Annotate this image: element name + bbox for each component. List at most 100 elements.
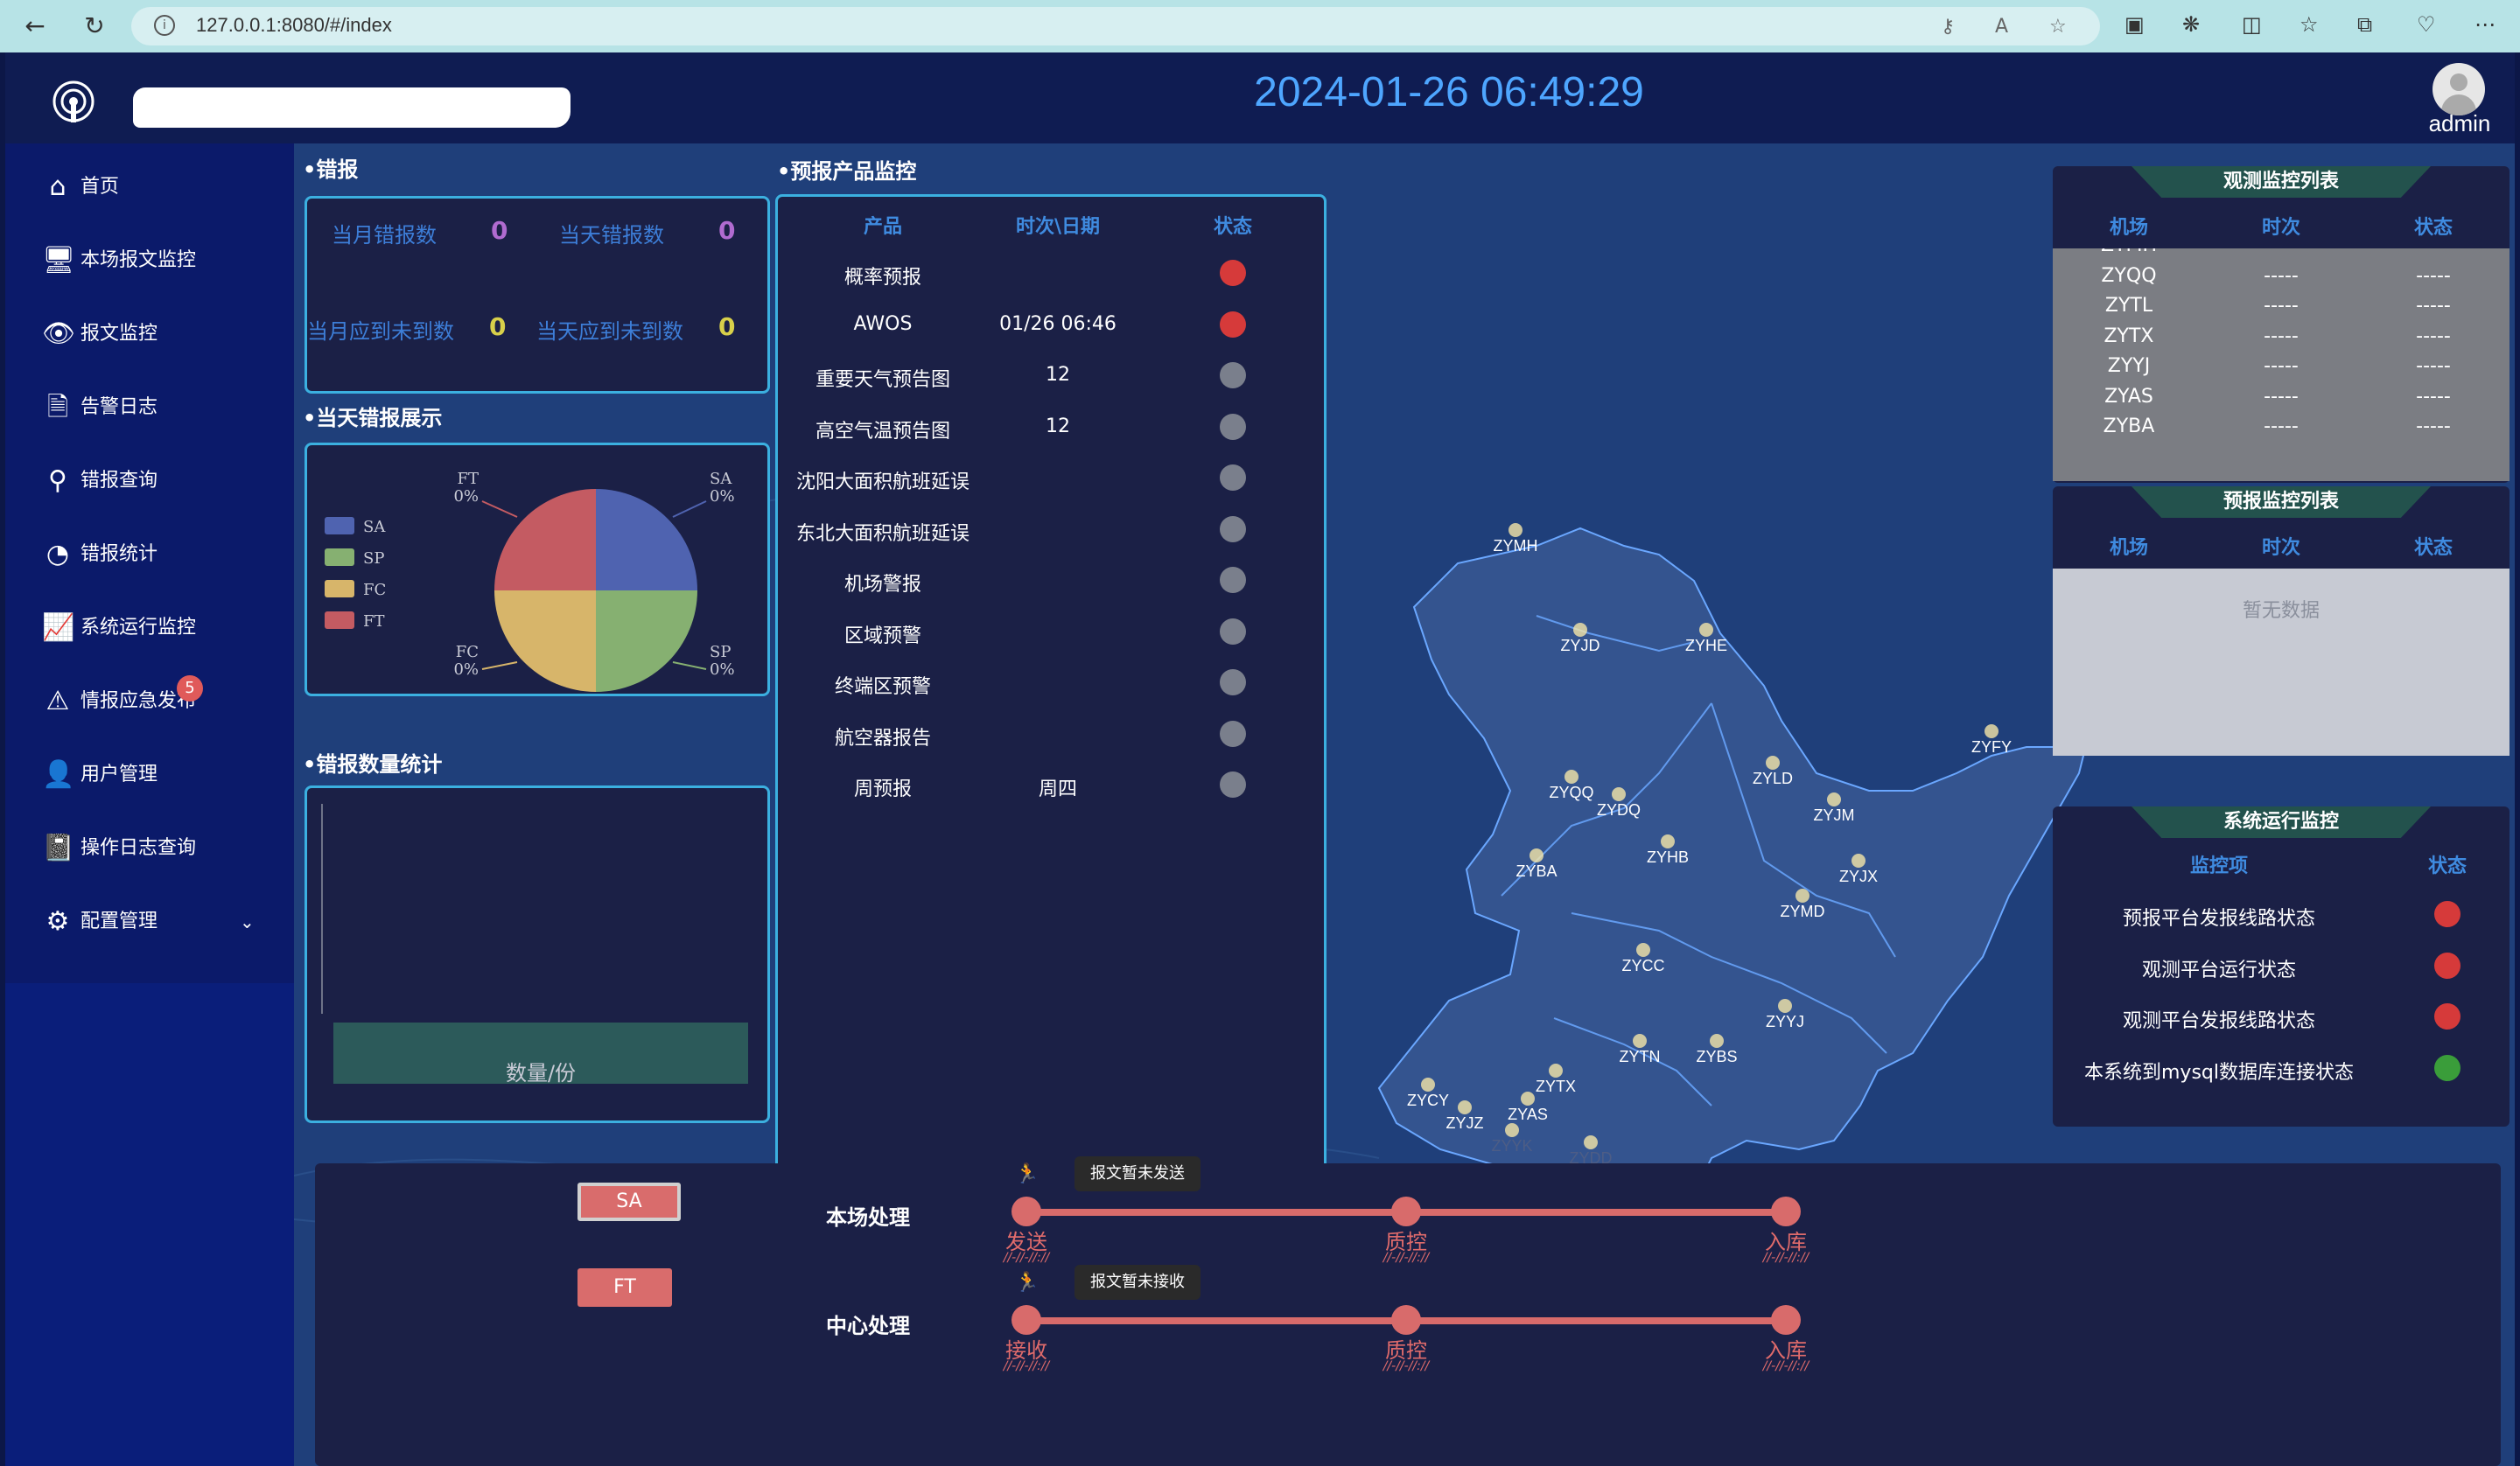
station-label[interactable]: ZYQQ — [1549, 784, 1593, 801]
sidebar-item-6[interactable]: 📈 系统运行监控 — [5, 590, 294, 663]
station-marker[interactable] — [1584, 1135, 1598, 1149]
favorites-icon[interactable]: ☆ — [2300, 12, 2319, 37]
station-marker[interactable] — [1636, 943, 1650, 957]
station-marker[interactable] — [1505, 1123, 1519, 1137]
station-marker[interactable] — [1778, 999, 1792, 1013]
station-label[interactable]: ZYLD — [1753, 770, 1793, 787]
back-icon[interactable]: ← — [19, 10, 51, 42]
legend-label-sa[interactable]: SA — [363, 518, 386, 536]
station-label[interactable]: ZYTX — [1536, 1078, 1576, 1095]
ft-button[interactable]: FT — [578, 1268, 672, 1307]
center-step-qc[interactable] — [1391, 1305, 1421, 1335]
favorite-star-icon[interactable]: ☆ — [2049, 16, 2067, 38]
station-label[interactable]: ZYBS — [1696, 1048, 1737, 1065]
pie-slice-fc[interactable] — [494, 590, 596, 692]
home-icon: ⌂ — [49, 171, 66, 202]
station-label[interactable]: ZYTN — [1620, 1048, 1661, 1065]
station-marker[interactable] — [1521, 1092, 1535, 1106]
browser-essentials-icon[interactable]: ♡ — [2417, 12, 2436, 37]
more-options-icon[interactable]: ⋯ — [2474, 12, 2496, 37]
station-marker[interactable] — [1984, 724, 1998, 738]
station-marker[interactable] — [1661, 834, 1675, 848]
redacted-title — [133, 87, 570, 128]
log-book-icon: 📓 — [42, 833, 75, 863]
legend-label-fc[interactable]: FC — [363, 581, 386, 599]
info-icon[interactable]: i — [154, 15, 175, 36]
forecast-col-status: 状态 — [2413, 537, 2453, 559]
reload-icon[interactable]: ↻ — [79, 10, 110, 42]
legend-swatch-ft[interactable] — [325, 611, 354, 629]
pie-label-name: FT — [458, 470, 480, 488]
local-step-send[interactable] — [1012, 1197, 1041, 1226]
station-label[interactable]: ZYHB — [1647, 848, 1689, 866]
station-label[interactable]: ZYHE — [1685, 637, 1727, 654]
station-label[interactable]: ZYBA — [1516, 862, 1557, 880]
legend-swatch-sp[interactable] — [325, 548, 354, 566]
extension-icon[interactable]: ▣ — [2124, 12, 2145, 37]
station-marker[interactable] — [1633, 1034, 1647, 1048]
pie-slice-sp[interactable] — [596, 590, 697, 692]
station-label[interactable]: ZYFY — [1971, 738, 2012, 756]
station-label[interactable]: ZYMH — [1494, 537, 1538, 555]
station-marker[interactable] — [1530, 848, 1544, 862]
legend-swatch-fc[interactable] — [325, 580, 354, 597]
obs-monitor-scroll[interactable]: ZYMH----------ZYQQ----------ZYTL--------… — [2053, 248, 2510, 481]
station-marker[interactable] — [1612, 787, 1626, 801]
error-section-title: •错报 — [303, 157, 359, 182]
station-label[interactable]: ZYMD — [1781, 903, 1825, 920]
station-label[interactable]: ZYDQ — [1597, 801, 1641, 819]
station-marker[interactable] — [1827, 792, 1841, 806]
station-marker[interactable] — [1564, 770, 1578, 784]
read-aloud-icon[interactable]: A — [1995, 16, 2008, 38]
station-label[interactable]: ZYCY — [1407, 1092, 1449, 1109]
station-label[interactable]: ZYJD — [1561, 637, 1600, 654]
station-marker[interactable] — [1421, 1078, 1435, 1092]
sidebar-item-8[interactable]: 👤 用户管理 — [5, 736, 294, 810]
station-label[interactable]: ZYAS — [1508, 1106, 1548, 1123]
sa-button[interactable]: SA — [578, 1183, 681, 1221]
station-label[interactable]: ZYJX — [1839, 868, 1878, 885]
station-label[interactable]: ZYYJ — [1766, 1013, 1804, 1030]
sidebar-item-3[interactable]: 🗎 告警日志 — [5, 369, 294, 443]
product-monitor-title: •预报产品监控 — [777, 159, 917, 184]
sidebar-item-5[interactable]: ◔ 错报统计 — [5, 516, 294, 590]
split-screen-icon[interactable]: ◫ — [2242, 12, 2262, 37]
legend-swatch-sa[interactable] — [325, 517, 354, 534]
username[interactable]: admin — [2403, 110, 2515, 137]
pie-slice-ft[interactable] — [494, 489, 596, 590]
sidebar-item-1[interactable]: 🖥 本场报文监控 — [5, 222, 294, 296]
sidebar-item-4[interactable]: ⚲ 错报查询 — [5, 443, 294, 516]
sidebar-item-2[interactable]: 👁 报文监控 — [5, 296, 294, 369]
address-bar[interactable]: i 127.0.0.1:8080/#/index ⚷ A ☆ — [131, 7, 2100, 45]
sidebar-item-9[interactable]: 📓 操作日志查询 — [5, 810, 294, 883]
station-label[interactable]: ZYYK — [1491, 1137, 1532, 1155]
station-marker[interactable] — [1573, 623, 1587, 637]
station-label[interactable]: ZYCC — [1622, 957, 1665, 974]
legend-label-sp[interactable]: SP — [363, 549, 384, 568]
station-marker[interactable] — [1710, 1034, 1724, 1048]
station-marker[interactable] — [1549, 1064, 1563, 1078]
station-marker[interactable] — [1796, 889, 1810, 903]
sidebar-item-0[interactable]: ⌂ 首页 — [5, 149, 294, 222]
station-label[interactable]: ZYJM — [1814, 806, 1855, 824]
station-marker[interactable] — [1766, 756, 1780, 770]
key-icon[interactable]: ⚷ — [1941, 16, 1955, 38]
station-marker[interactable] — [1852, 854, 1866, 868]
puzzle-icon[interactable]: ❋ — [2182, 12, 2200, 37]
station-label[interactable]: ZYJZ — [1446, 1114, 1484, 1132]
legend-label-ft[interactable]: FT — [363, 612, 385, 631]
avatar[interactable] — [2432, 63, 2485, 115]
collections-icon[interactable]: ⧉ — [2357, 12, 2372, 37]
sidebar-item-7[interactable]: ⚠ 情报应急发布 — [5, 663, 294, 736]
center-step-store[interactable] — [1771, 1305, 1801, 1335]
center-step-receive[interactable] — [1012, 1305, 1041, 1335]
system-monitor-item: 观测平台发报线路状态 — [2122, 1010, 2315, 1032]
obs-cell-time: ----- — [2264, 264, 2299, 287]
chevron-down-icon[interactable]: ⌄ — [240, 906, 255, 938]
station-marker[interactable] — [1458, 1100, 1472, 1114]
station-marker[interactable] — [1699, 623, 1713, 637]
sidebar-item-10[interactable]: ⚙ 配置管理 ⌄ — [5, 883, 294, 957]
pie-slice-sa[interactable] — [596, 489, 697, 590]
url-text[interactable]: 127.0.0.1:8080/#/index — [196, 14, 392, 37]
station-marker[interactable] — [1508, 523, 1522, 537]
